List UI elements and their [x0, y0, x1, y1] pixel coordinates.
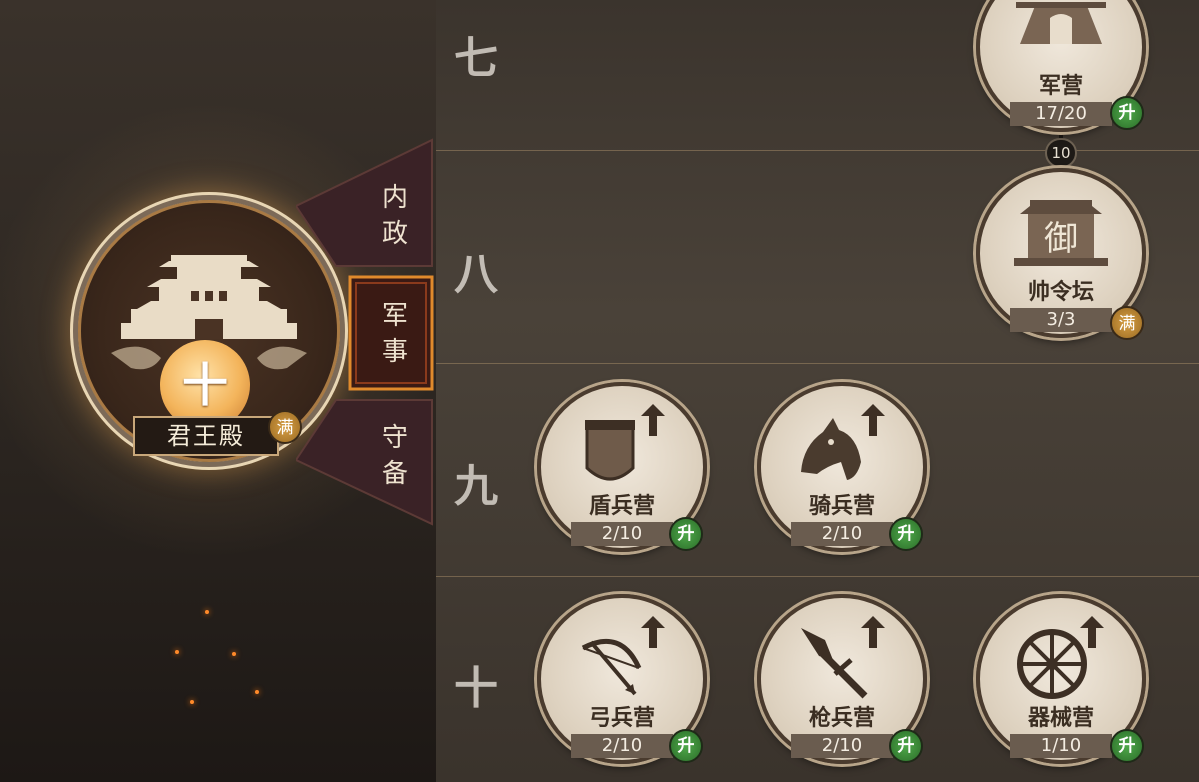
row-label-8: 八: [454, 249, 498, 300]
tab-label-top: 内: [381, 183, 408, 213]
ember-particle: [175, 650, 179, 654]
ember-particle: [255, 690, 259, 694]
tab-label-bottom: 备: [381, 459, 408, 489]
upgrade-arrow-icon: [641, 616, 665, 648]
upgrade-badge[interactable]: 升: [1110, 729, 1144, 763]
building-count: 17/20: [1010, 102, 1112, 126]
upgrade-arrow-icon: [861, 616, 885, 648]
building-count: 2/10: [571, 522, 673, 546]
building-name: 军营: [1038, 73, 1083, 99]
hall-name-label: 君王殿: [133, 416, 279, 456]
building-name: 器械营: [1027, 705, 1094, 731]
tab-military[interactable]: 军 事: [360, 298, 430, 370]
tab-label-top: 守: [381, 423, 408, 453]
upgrade-badge[interactable]: 升: [1110, 96, 1144, 130]
building-name: 盾兵营: [588, 493, 655, 519]
tab-label-bottom: 政: [381, 219, 408, 249]
building-name: 骑兵营: [808, 493, 875, 519]
building-name: 枪兵营: [808, 705, 875, 731]
ember-particle: [190, 700, 194, 704]
altar-glyph: 御: [1044, 219, 1078, 259]
row-divider: [436, 150, 1199, 151]
building-count: 1/10: [1010, 734, 1112, 758]
row-divider: [436, 576, 1199, 577]
upgrade-badge[interactable]: 升: [669, 729, 703, 763]
row-label-10: 十: [454, 663, 498, 714]
tab-label-top: 军: [381, 301, 408, 331]
tab-internal-affairs[interactable]: 内 政: [360, 180, 430, 252]
ember-particle: [232, 652, 236, 656]
upgrade-arrow-icon: [861, 404, 885, 436]
tab-label-bottom: 事: [381, 337, 408, 367]
upgrade-badge[interactable]: 升: [889, 517, 923, 551]
building-count: 2/10: [571, 734, 673, 758]
ember-particle: [205, 610, 209, 614]
max-level-badge: 满: [1110, 306, 1144, 340]
building-count: 2/10: [791, 734, 893, 758]
building-name: 帅令坛: [1027, 279, 1094, 305]
building-name: 弓兵营: [588, 705, 655, 731]
building-count: 3/3: [1010, 308, 1112, 332]
upgrade-badge[interactable]: 升: [889, 729, 923, 763]
tab-defense[interactable]: 守 备: [360, 420, 430, 492]
tree-connector-badge: 10: [1045, 138, 1077, 168]
row-label-7: 七: [454, 33, 498, 84]
upgrade-arrow-icon: [641, 404, 665, 436]
row-divider: [436, 363, 1199, 364]
building-count: 2/10: [791, 522, 893, 546]
row-label-9: 九: [454, 461, 498, 512]
upgrade-badge[interactable]: 升: [669, 517, 703, 551]
upgrade-arrow-icon: [1080, 616, 1104, 648]
